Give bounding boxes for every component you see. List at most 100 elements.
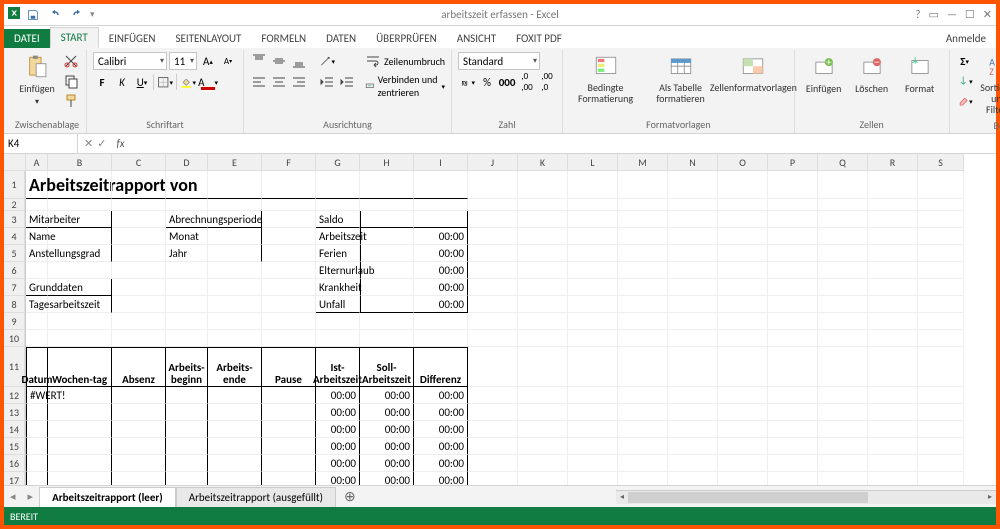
column-headers[interactable]: ABCDEFGHIJKLMNOPQRS bbox=[26, 154, 964, 171]
decrease-indent-icon[interactable] bbox=[318, 73, 336, 91]
ribbon-tabs: DATEI START EINFÜGEN SEITENLAYOUT FORMEL… bbox=[4, 26, 996, 48]
bold-button[interactable]: F bbox=[93, 73, 111, 91]
align-bottom-icon[interactable] bbox=[290, 52, 308, 70]
format-cells-icon bbox=[907, 54, 933, 80]
excel-icon bbox=[8, 7, 20, 22]
ribbon: Einfügen▾ Zwischenablage Calibri 11 A▴ A… bbox=[4, 48, 996, 134]
qat-save-icon[interactable] bbox=[24, 6, 42, 24]
table-fmt-icon bbox=[668, 54, 694, 80]
qat-redo-icon[interactable] bbox=[68, 6, 86, 24]
copy-icon[interactable] bbox=[62, 72, 80, 90]
merge-icon bbox=[364, 77, 376, 95]
group-styles: Bedingte Formatierung Als Tabelle format… bbox=[563, 50, 795, 133]
group-editing: Σ▾ ▾ ▾ AZSortieren und Filtern Suchen un… bbox=[950, 50, 1000, 133]
spreadsheet-grid[interactable]: ABCDEFGHIJKLMNOPQRS 12345678910111213141… bbox=[4, 154, 996, 485]
help-icon[interactable]: ? bbox=[915, 8, 920, 21]
svg-text:Z: Z bbox=[989, 66, 994, 78]
delete-cells-icon bbox=[859, 54, 885, 80]
group-alignment: ▾ Zeilenumbruch Verbinden und zentrieren… bbox=[244, 50, 452, 133]
borders-icon[interactable]: ▾ bbox=[156, 73, 174, 91]
currency-icon[interactable]: ₪▾ bbox=[458, 73, 476, 91]
horizontal-scrollbar[interactable]: ◂▸ bbox=[616, 490, 996, 504]
comma-icon[interactable]: 000 bbox=[498, 73, 516, 91]
tab-file[interactable]: DATEI bbox=[4, 29, 50, 48]
sort-filter-button[interactable]: AZSortieren und Filtern bbox=[976, 52, 1000, 117]
tab-review[interactable]: ÜBERPRÜFEN bbox=[366, 29, 447, 48]
tab-foxit[interactable]: Foxit PDF bbox=[506, 29, 572, 48]
row-headers[interactable]: 123456789101112131415161718192021 bbox=[4, 171, 26, 485]
tab-start[interactable]: START bbox=[50, 27, 99, 48]
name-box[interactable]: K4 bbox=[4, 134, 78, 153]
align-middle-icon[interactable] bbox=[270, 52, 288, 70]
ribbon-display-icon[interactable]: ▭ bbox=[929, 8, 939, 21]
sheet-tabs-bar: ◂ ▸ Arbeitszeitrapport (leer) Arbeitszei… bbox=[4, 485, 996, 507]
qat-customize-icon[interactable]: ▾ bbox=[90, 9, 95, 20]
decrease-decimal-icon[interactable]: ,00,0 bbox=[538, 73, 556, 91]
group-clipboard: Einfügen▾ Zwischenablage bbox=[8, 50, 87, 133]
cell-styles-icon bbox=[740, 54, 766, 80]
cancel-formula-icon[interactable]: ✕ bbox=[84, 137, 93, 150]
format-cells-button[interactable]: Format bbox=[897, 52, 943, 97]
cell-styles-button[interactable]: Zellenformatvorlagen bbox=[719, 52, 788, 95]
paste-icon bbox=[24, 54, 50, 80]
tab-data[interactable]: DATEN bbox=[316, 29, 366, 48]
status-bar: BEREIT bbox=[4, 507, 996, 525]
decrease-font-icon[interactable]: A▾ bbox=[219, 52, 237, 70]
tab-formulas[interactable]: FORMELN bbox=[251, 29, 316, 48]
font-size-combo[interactable]: 11 bbox=[169, 52, 197, 70]
sheet-tab-active[interactable]: Arbeitszeitrapport (leer) bbox=[39, 487, 176, 508]
insert-cells-icon bbox=[811, 54, 837, 80]
close-icon[interactable]: ✕ bbox=[983, 8, 992, 21]
italic-button[interactable]: K bbox=[113, 73, 131, 91]
sheet-tab-other[interactable]: Arbeitszeitrapport (ausgefüllt) bbox=[176, 487, 336, 508]
svg-text:₪: ₪ bbox=[461, 78, 467, 88]
sign-in-link[interactable]: Anmelde bbox=[936, 29, 996, 48]
wrap-icon bbox=[364, 52, 382, 70]
align-left-icon[interactable] bbox=[250, 73, 268, 91]
delete-cells-button[interactable]: Löschen bbox=[849, 52, 895, 97]
align-center-icon[interactable] bbox=[270, 73, 288, 91]
number-format-combo[interactable]: Standard bbox=[458, 52, 540, 70]
percent-icon[interactable]: % bbox=[478, 73, 496, 91]
insert-cells-button[interactable]: Einfügen bbox=[801, 52, 847, 97]
autosum-icon[interactable]: Σ▾ bbox=[956, 52, 974, 70]
title-bar: ▾ arbeitszeit erfassen - Excel ? ▭ — ☐ ✕ bbox=[4, 4, 996, 26]
increase-indent-icon[interactable] bbox=[338, 73, 356, 91]
tab-view[interactable]: ANSICHT bbox=[447, 29, 506, 48]
orientation-icon[interactable]: ▾ bbox=[318, 52, 336, 70]
maximize-icon[interactable]: ☐ bbox=[965, 8, 975, 21]
select-all-cell[interactable] bbox=[4, 154, 26, 171]
merge-center-button[interactable]: Verbinden und zentrieren▾ bbox=[364, 73, 445, 99]
fill-icon[interactable]: ▾ bbox=[956, 72, 974, 90]
group-number: Standard ₪▾ % 000 ,0,00 ,00,0 Zahl bbox=[452, 50, 563, 133]
font-color-icon[interactable]: A▾ bbox=[199, 73, 217, 91]
cells-area[interactable]: Arbeitszeitrapport vonMitarbeiterAbrechn… bbox=[26, 171, 964, 485]
format-painter-icon[interactable] bbox=[62, 92, 80, 110]
minimize-icon[interactable]: — bbox=[947, 8, 957, 21]
clear-icon[interactable]: ▾ bbox=[956, 92, 974, 110]
align-top-icon[interactable] bbox=[250, 52, 268, 70]
wrap-text-button[interactable]: Zeilenumbruch bbox=[364, 52, 445, 70]
group-font: Calibri 11 A▴ A▾ F K U ▾ ▾ ▾ A▾ Schrifta… bbox=[87, 50, 244, 133]
tab-insert[interactable]: EINFÜGEN bbox=[99, 29, 166, 48]
formula-bar: K4 ✕ ✓ fx bbox=[4, 134, 996, 154]
window-title: arbeitszeit erfassen - Excel bbox=[441, 8, 559, 21]
conditional-formatting-button[interactable]: Bedingte Formatierung bbox=[569, 52, 642, 106]
new-sheet-icon[interactable]: ⊕ bbox=[336, 488, 364, 505]
fill-color-icon[interactable]: ▾ bbox=[179, 73, 197, 91]
sort-icon: AZ bbox=[986, 54, 1000, 80]
fx-icon[interactable]: fx bbox=[112, 137, 124, 150]
format-as-table-button[interactable]: Als Tabelle formatieren bbox=[644, 52, 717, 106]
sheet-nav-next-icon[interactable]: ▸ bbox=[22, 490, 40, 503]
underline-button[interactable]: U ▾ bbox=[133, 73, 151, 91]
qat-undo-icon[interactable] bbox=[46, 6, 64, 24]
sheet-nav-prev-icon[interactable]: ◂ bbox=[4, 490, 22, 503]
increase-decimal-icon[interactable]: ,0,00 bbox=[518, 73, 536, 91]
paste-button[interactable]: Einfügen▾ bbox=[14, 52, 60, 109]
tab-pagelayout[interactable]: SEITENLAYOUT bbox=[165, 29, 251, 48]
font-name-combo[interactable]: Calibri bbox=[93, 52, 167, 70]
align-right-icon[interactable] bbox=[290, 73, 308, 91]
increase-font-icon[interactable]: A▴ bbox=[199, 52, 217, 70]
enter-formula-icon[interactable]: ✓ bbox=[97, 137, 106, 150]
cut-icon[interactable] bbox=[62, 52, 80, 70]
